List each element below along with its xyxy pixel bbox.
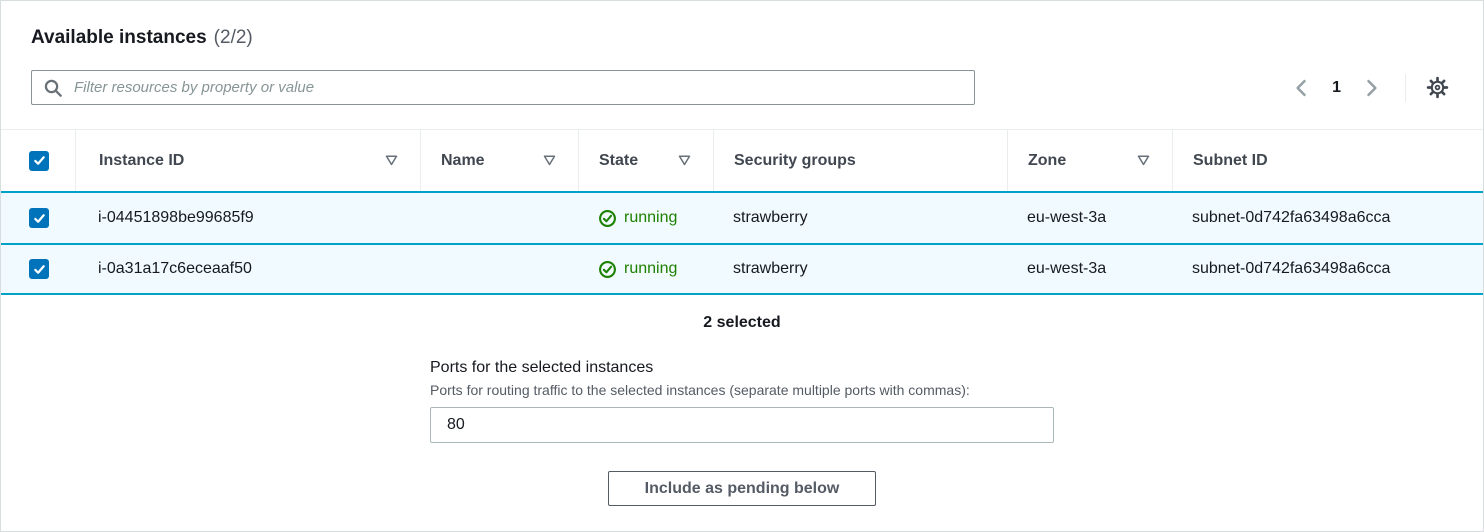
status-running-icon [598, 209, 617, 228]
cell-state: running [578, 260, 713, 279]
cell-zone: eu-west-3a [1007, 209, 1172, 227]
cell-subnet-id: subnet-0d742fa63498a6cca [1172, 260, 1483, 278]
column-label: Zone [1028, 152, 1066, 170]
panel-title-count: (2/2) [214, 27, 253, 49]
column-header-instance-id[interactable]: Instance ID [75, 130, 420, 191]
prev-page-button[interactable] [1286, 74, 1318, 102]
filter-input-wrapper [31, 70, 975, 105]
row-select-cell [1, 259, 75, 279]
row-select-cell [1, 208, 75, 228]
table-row[interactable]: i-04451898be99685f9 running strawberry e… [1, 191, 1483, 243]
column-label: State [599, 152, 638, 170]
ports-form: Ports for the selected instances Ports f… [430, 359, 1054, 443]
cell-state: running [578, 209, 713, 228]
status-running-icon [598, 260, 617, 279]
row-checkbox[interactable] [29, 259, 49, 279]
settings-gear-button[interactable] [1422, 72, 1453, 103]
column-header-state[interactable]: State [578, 130, 713, 191]
column-filter-icon[interactable] [1137, 155, 1150, 166]
header-select-cell [1, 130, 75, 191]
pagination: 1 [1286, 72, 1453, 103]
filter-input[interactable] [31, 70, 975, 105]
instances-table: Instance ID Name State Security groups [1, 129, 1483, 295]
state-label: running [624, 260, 677, 278]
column-header-zone[interactable]: Zone [1007, 130, 1172, 191]
select-all-checkbox[interactable] [29, 151, 49, 171]
column-label: Subnet ID [1193, 152, 1268, 170]
row-checkbox[interactable] [29, 208, 49, 228]
column-label: Security groups [734, 152, 856, 170]
column-header-name[interactable]: Name [420, 130, 578, 191]
include-as-pending-button[interactable]: Include as pending below [608, 471, 877, 506]
panel-title-text: Available instances [31, 27, 207, 49]
cell-instance-id: i-0a31a17c6eceaaf50 [75, 260, 420, 278]
column-filter-icon[interactable] [543, 155, 556, 166]
column-filter-icon[interactable] [678, 155, 691, 166]
ports-input[interactable] [430, 407, 1054, 443]
column-header-security-groups: Security groups [713, 130, 1007, 191]
column-label: Instance ID [99, 152, 184, 170]
table-toolbar: 1 [31, 70, 1453, 105]
current-page: 1 [1332, 79, 1341, 97]
ports-description: Ports for routing traffic to the selecte… [430, 382, 1054, 398]
column-label: Name [441, 152, 485, 170]
selection-summary: 2 selected [1, 314, 1483, 332]
actions-row: Include as pending below [1, 471, 1483, 506]
column-filter-icon[interactable] [385, 155, 398, 166]
cell-instance-id: i-04451898be99685f9 [75, 209, 420, 227]
state-label: running [624, 209, 677, 227]
available-instances-panel: Available instances (2/2) 1 [0, 0, 1484, 532]
table-row[interactable]: i-0a31a17c6eceaaf50 running strawberry e… [1, 243, 1483, 295]
cell-security-groups: strawberry [713, 209, 1007, 227]
table-header-row: Instance ID Name State Security groups [1, 130, 1483, 191]
search-icon [44, 79, 62, 97]
ports-label: Ports for the selected instances [430, 359, 1054, 377]
toolbar-divider [1405, 74, 1406, 102]
cell-security-groups: strawberry [713, 260, 1007, 278]
column-header-subnet-id: Subnet ID [1172, 130, 1483, 191]
panel-header: Available instances (2/2) 1 [1, 1, 1483, 105]
cell-zone: eu-west-3a [1007, 260, 1172, 278]
page-title: Available instances (2/2) [31, 27, 1453, 49]
cell-subnet-id: subnet-0d742fa63498a6cca [1172, 209, 1483, 227]
next-page-button[interactable] [1355, 74, 1387, 102]
